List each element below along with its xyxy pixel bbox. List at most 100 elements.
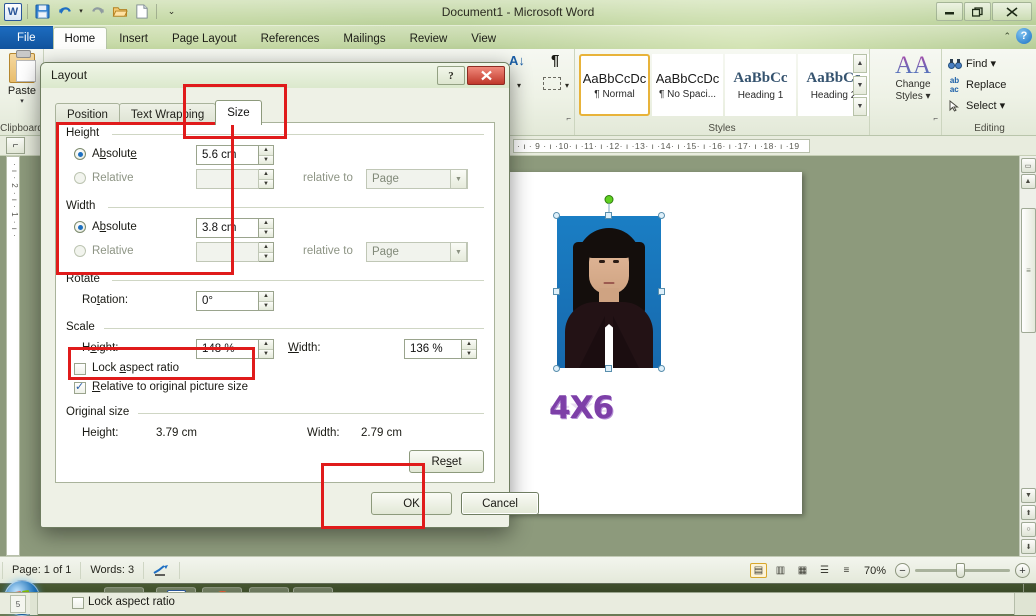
- scale-width-spinner[interactable]: ▲ ▼: [462, 339, 477, 359]
- replace-button[interactable]: ab ac Replace: [947, 76, 1007, 94]
- background-spinner-fragment[interactable]: 5: [10, 595, 26, 613]
- change-styles-button[interactable]: AA Change Styles ▾: [884, 53, 942, 102]
- spin-down-icon[interactable]: ▼: [259, 228, 273, 237]
- width-relative-field[interactable]: ▲ ▼: [196, 242, 274, 262]
- styles-scroll-up-icon[interactable]: ▲: [853, 54, 867, 73]
- select-button[interactable]: Select ▾: [947, 98, 1005, 113]
- ribbon-tab-insert[interactable]: Insert: [107, 27, 160, 49]
- ok-button[interactable]: OK: [371, 492, 452, 515]
- view-outline[interactable]: ☰: [816, 563, 833, 578]
- vertical-ruler[interactable]: · ı · 2 · ı · 1 · ı ·: [6, 156, 20, 556]
- restore-button[interactable]: [964, 2, 991, 21]
- scale-width-field[interactable]: 136 % ▲ ▼: [404, 339, 477, 359]
- spin-down-icon[interactable]: ▼: [259, 301, 273, 310]
- ribbon-tab-references[interactable]: References: [249, 27, 332, 49]
- spin-down-icon[interactable]: ▼: [462, 349, 476, 358]
- resize-handle-n[interactable]: [605, 212, 612, 219]
- scroll-down-icon[interactable]: ▼: [1021, 488, 1036, 503]
- resize-handle-nw[interactable]: [553, 212, 560, 219]
- height-relative-radio[interactable]: [74, 172, 86, 185]
- collapse-ribbon-icon[interactable]: ⌃: [1003, 31, 1011, 42]
- view-print-layout[interactable]: ▤: [749, 563, 767, 578]
- page-indicator[interactable]: Page: 1 of 1: [2, 561, 82, 579]
- background-lock-aspect-checkbox[interactable]: [72, 597, 84, 610]
- background-scrollbar-fragment[interactable]: [1014, 593, 1036, 615]
- width-absolute-field[interactable]: 3.8 cm ▲ ▼: [196, 218, 274, 238]
- spin-up-icon[interactable]: ▲: [259, 170, 273, 180]
- sort-icon[interactable]: A↓: [509, 53, 525, 68]
- styles-dialog-launcher[interactable]: ⌐: [933, 114, 938, 123]
- zoom-out-button[interactable]: −: [895, 563, 910, 578]
- spin-up-icon[interactable]: ▲: [259, 292, 273, 302]
- cancel-button[interactable]: Cancel: [461, 492, 539, 515]
- view-web-layout[interactable]: ▦: [794, 563, 811, 578]
- document-page[interactable]: 4X6 4X6: [505, 172, 802, 514]
- rotation-field[interactable]: 0° ▲ ▼: [196, 291, 274, 311]
- resize-handle-s[interactable]: [605, 365, 612, 372]
- help-icon[interactable]: ?: [1016, 28, 1032, 44]
- height-absolute-input[interactable]: 5.6 cm: [196, 145, 259, 165]
- scale-width-input[interactable]: 136 %: [404, 339, 462, 359]
- dialog-close-button[interactable]: [467, 66, 505, 85]
- zoom-level[interactable]: 70%: [860, 565, 890, 577]
- chevron-down-icon[interactable]: ▼: [450, 242, 467, 262]
- scrollbar-thumb[interactable]: ≡: [1021, 208, 1036, 333]
- ribbon-tab-file[interactable]: File: [0, 26, 53, 49]
- close-button[interactable]: [992, 2, 1032, 21]
- minimize-button[interactable]: [936, 2, 963, 21]
- browse-object-icon[interactable]: ○: [1021, 522, 1036, 537]
- spin-down-icon[interactable]: ▼: [259, 155, 273, 164]
- ribbon-tab-page-layout[interactable]: Page Layout: [160, 27, 249, 49]
- chevron-down-icon[interactable]: ▼: [450, 169, 467, 189]
- height-absolute-field[interactable]: 5.6 cm ▲ ▼: [196, 145, 274, 165]
- spin-up-icon[interactable]: ▲: [259, 243, 273, 253]
- styles-more-icon[interactable]: ▼: [853, 97, 867, 116]
- ribbon-tab-mailings[interactable]: Mailings: [331, 27, 397, 49]
- zoom-slider[interactable]: [915, 563, 1010, 578]
- resize-handle-sw[interactable]: [553, 365, 560, 372]
- scroll-up-icon[interactable]: ▲: [1020, 174, 1036, 189]
- width-absolute-spinner[interactable]: ▲ ▼: [259, 218, 274, 238]
- previous-page-icon[interactable]: ⬆: [1021, 505, 1036, 520]
- zoom-in-button[interactable]: +: [1015, 563, 1030, 578]
- reset-button[interactable]: Reset: [409, 450, 484, 473]
- selected-picture[interactable]: [553, 195, 665, 372]
- height-relative-input[interactable]: [196, 169, 259, 189]
- word-count[interactable]: Words: 3: [81, 561, 145, 579]
- find-button[interactable]: Find ▾: [947, 56, 996, 71]
- view-full-screen-reading[interactable]: ▥: [772, 563, 789, 578]
- borders-dropdown-icon-2[interactable]: ▾: [565, 81, 569, 90]
- spin-down-icon[interactable]: ▼: [259, 349, 273, 358]
- split-bar-icon[interactable]: ▭: [1020, 158, 1036, 173]
- width-relative-radio[interactable]: [74, 245, 86, 258]
- scale-height-field[interactable]: 148 % ▲ ▼: [196, 339, 274, 359]
- borders-dropdown-icon[interactable]: ▾: [517, 81, 521, 90]
- paste-button[interactable]: Paste ▾: [4, 50, 40, 105]
- resize-handle-w[interactable]: [553, 288, 560, 295]
- spin-down-icon[interactable]: ▼: [259, 252, 273, 261]
- scale-height-spinner[interactable]: ▲ ▼: [259, 339, 274, 359]
- style-no-spacing[interactable]: AaBbCcDc ¶ No Spaci...: [652, 54, 723, 116]
- layout-dialog[interactable]: Layout ? Position Text Wrapping Size Hei…: [40, 62, 539, 529]
- dialog-help-button[interactable]: ?: [437, 66, 465, 85]
- height-relative-to-combo[interactable]: Page ▼: [366, 169, 468, 189]
- ribbon-tab-home[interactable]: Home: [52, 27, 108, 49]
- spin-up-icon[interactable]: ▲: [259, 340, 273, 350]
- ribbon-tab-view[interactable]: View: [459, 27, 508, 49]
- style-heading-1[interactable]: AaBbCс Heading 1: [725, 54, 796, 116]
- rotation-spinner[interactable]: ▲ ▼: [259, 291, 274, 311]
- width-absolute-radio[interactable]: [74, 221, 86, 234]
- horizontal-ruler[interactable]: · ı · 9 · ı ·10· ı ·11· ı ·12· ı ·13· ı …: [513, 139, 810, 153]
- height-absolute-radio[interactable]: [74, 148, 86, 161]
- scale-height-input[interactable]: 148 %: [196, 339, 259, 359]
- spin-down-icon[interactable]: ▼: [259, 179, 273, 188]
- width-relative-input[interactable]: [196, 242, 259, 262]
- tab-selector-icon[interactable]: ⌐: [6, 137, 25, 154]
- width-relative-spinner[interactable]: ▲ ▼: [259, 242, 274, 262]
- proofing-icon[interactable]: [144, 561, 181, 579]
- view-draft[interactable]: ≡: [838, 563, 855, 578]
- styles-scroll-down-icon[interactable]: ▼: [853, 75, 867, 95]
- resize-handle-se[interactable]: [658, 365, 665, 372]
- width-absolute-input[interactable]: 3.8 cm: [196, 218, 259, 238]
- background-dialog-strip[interactable]: 5 Lock aspect ratio: [0, 592, 1036, 615]
